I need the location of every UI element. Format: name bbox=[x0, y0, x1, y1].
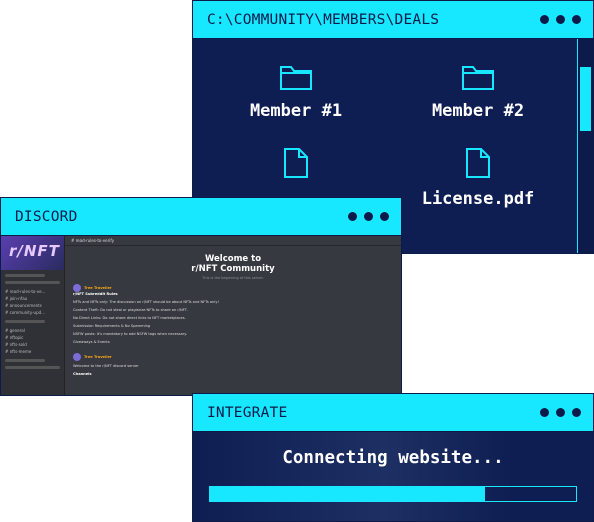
discord-message-pane: # read-rules-to-verify Welcome to r/NFT … bbox=[65, 236, 401, 395]
discord-window-titlebar[interactable]: DISCORD bbox=[1, 198, 401, 236]
window-menu-dots-icon[interactable] bbox=[540, 15, 581, 24]
window-menu-dots-icon[interactable] bbox=[348, 212, 389, 221]
message-author: Tree Traveller bbox=[84, 286, 112, 290]
server-banner: r/NFT bbox=[1, 236, 64, 270]
folder-label: Member #2 bbox=[431, 101, 525, 121]
channel-item[interactable]: # nfts-sold bbox=[1, 341, 64, 348]
avatar bbox=[73, 353, 81, 361]
integrate-window: INTEGRATE Connecting website... bbox=[192, 393, 594, 522]
channel-topbar: # read-rules-to-verify bbox=[65, 236, 401, 246]
discord-window: DISCORD r/NFT # read-rules-to-ve... # jo… bbox=[0, 197, 402, 396]
rule-item: NFTs and NFTs only: The discussion on r/… bbox=[73, 300, 219, 304]
discord-window-title: DISCORD bbox=[15, 208, 78, 225]
rule-item: No Direct Links: Do not share direct lin… bbox=[73, 316, 186, 320]
file-license-pdf[interactable]: License.pdf bbox=[421, 147, 535, 209]
connection-status: Connecting website... bbox=[282, 448, 504, 468]
rule-item: Content Theft: Do not steal or plagiariz… bbox=[73, 308, 188, 312]
welcome-server-name: r/NFT Community bbox=[191, 264, 275, 274]
members-scrollbar[interactable] bbox=[577, 39, 593, 253]
file-label: License.pdf bbox=[421, 189, 535, 209]
file-icon bbox=[466, 148, 490, 178]
channel-item[interactable]: # nfts-meme bbox=[1, 348, 64, 355]
discord-channel-sidebar: r/NFT # read-rules-to-ve... # join-nfau … bbox=[1, 236, 65, 395]
folder-icon bbox=[462, 66, 494, 90]
folder-icon bbox=[280, 66, 312, 90]
file-icon bbox=[284, 148, 308, 178]
channel-item[interactable]: # announcements bbox=[1, 302, 64, 309]
folder-member-2[interactable]: Member #2 bbox=[423, 63, 533, 121]
window-menu-dots-icon[interactable] bbox=[540, 408, 581, 417]
rules-title: r/NFT Subreddit Rules bbox=[73, 292, 118, 296]
avatar bbox=[73, 284, 81, 292]
rule-item: Submission Requirements & No Spamming bbox=[73, 324, 151, 328]
channel-item[interactable]: # read-rules-to-ve... bbox=[1, 288, 64, 295]
progress-bar bbox=[209, 486, 577, 502]
integrate-window-titlebar[interactable]: INTEGRATE bbox=[193, 394, 593, 432]
channel-item[interactable]: # nftopic bbox=[1, 334, 64, 341]
integrate-window-title: INTEGRATE bbox=[207, 404, 288, 421]
channel-item[interactable]: # community-upd... bbox=[1, 309, 64, 316]
welcome-heading: Welcome to r/NFT Community bbox=[65, 254, 401, 274]
members-window-titlebar[interactable]: C:\COMMUNITY\MEMBERS\DEALS bbox=[193, 1, 593, 39]
channels-heading: Channels bbox=[73, 372, 92, 376]
progress-fill bbox=[210, 487, 485, 501]
file-item[interactable] bbox=[241, 147, 351, 189]
scrollbar-thumb[interactable] bbox=[580, 67, 591, 131]
discord-screenshot: r/NFT # read-rules-to-ve... # join-nfau … bbox=[1, 236, 401, 395]
integrate-window-body: Connecting website... bbox=[193, 432, 593, 521]
server-logo: r/NFT bbox=[9, 242, 60, 260]
welcome-title: Welcome to bbox=[204, 254, 262, 264]
welcome-message: Welcome to the r/NFT discord server bbox=[73, 364, 139, 368]
rule-item: Giveaways & Events bbox=[73, 340, 110, 344]
rule-item: NSFW posts: It's mandatory to add NSFW t… bbox=[73, 332, 188, 336]
channel-item[interactable]: # general bbox=[1, 327, 64, 334]
folder-member-1[interactable]: Member #1 bbox=[241, 63, 351, 121]
members-window-title: C:\COMMUNITY\MEMBERS\DEALS bbox=[207, 11, 440, 28]
folder-label: Member #1 bbox=[249, 101, 343, 121]
channel-item[interactable]: # join-nfau bbox=[1, 295, 64, 302]
message-author: Tree Traveller bbox=[84, 355, 112, 359]
rules-message: Tree Traveller r/NFT Subreddit Rules NFT… bbox=[65, 280, 401, 377]
